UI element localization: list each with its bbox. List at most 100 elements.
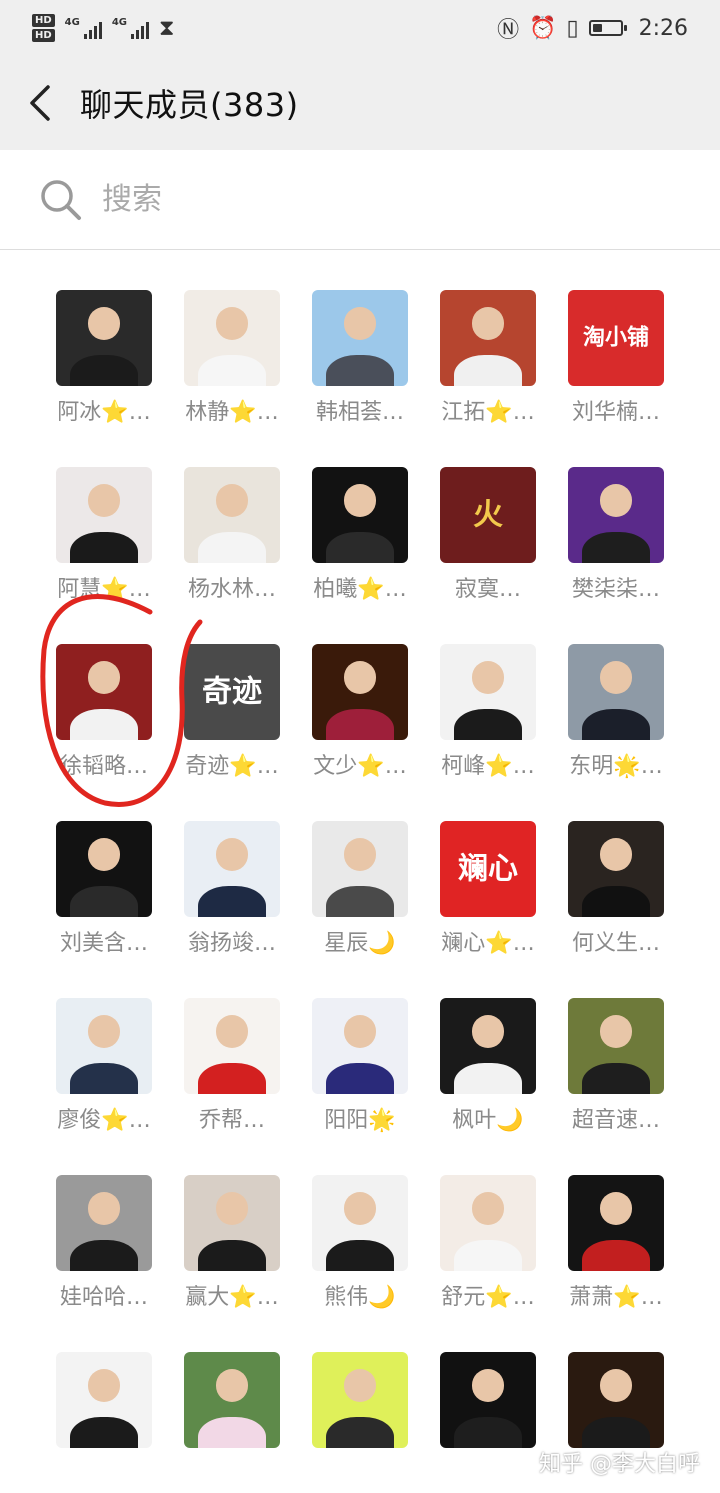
member-name: 杨水林…: [187, 577, 276, 602]
member-item[interactable]: 舒元⭐…: [424, 1135, 552, 1310]
member-grid: 阿冰⭐… 林静⭐… 韩相荟… 江拓⭐… 淘小铺 刘华楠… 阿慧⭐… 杨水林… 柏曦⭐… 火寂寞… 樊…: [0, 250, 720, 1493]
signal-icon-2: 4G: [112, 17, 150, 39]
back-button[interactable]: [0, 56, 80, 150]
member-item[interactable]: 廖俊⭐…: [40, 958, 168, 1133]
chevron-left-icon: [30, 85, 50, 121]
member-item[interactable]: 枫叶🌙: [424, 958, 552, 1133]
avatar: [56, 644, 152, 740]
member-item[interactable]: 林静⭐…: [168, 250, 296, 425]
avatar-text: 奇迹: [202, 674, 262, 710]
avatar: [184, 1175, 280, 1271]
member-item[interactable]: 奇迹奇迹⭐…: [168, 604, 296, 779]
member-item[interactable]: 刘美含…: [40, 781, 168, 956]
avatar: [184, 1352, 280, 1448]
avatar: [440, 1175, 536, 1271]
avatar: [56, 821, 152, 917]
member-name: 刘美含…: [59, 931, 148, 956]
battery-icon: [588, 20, 627, 36]
member-item[interactable]: 韩相荟…: [296, 250, 424, 425]
member-item[interactable]: 阿冰⭐…: [40, 250, 168, 425]
member-name: 柯峰⭐…: [441, 754, 535, 779]
avatar: [56, 467, 152, 563]
avatar: [312, 821, 408, 917]
member-name: 阿冰⭐…: [57, 400, 151, 425]
avatar-text: 斓心: [458, 851, 518, 887]
member-item[interactable]: 柯峰⭐…: [424, 604, 552, 779]
member-item[interactable]: 翁扬竣…: [168, 781, 296, 956]
member-item[interactable]: 阿慧⭐…: [40, 427, 168, 602]
member-item[interactable]: 江拓⭐…: [424, 250, 552, 425]
member-name: 东明🌟…: [569, 754, 663, 779]
app-header: 聊天成员(383): [0, 56, 720, 150]
member-item[interactable]: 赢大⭐…: [168, 1135, 296, 1310]
avatar: [568, 1175, 664, 1271]
avatar: [56, 1352, 152, 1448]
nfc-icon: Ⓝ: [497, 18, 520, 43]
status-right: Ⓝ ⏰ ▯ 2:26: [497, 12, 688, 44]
page-title: 聊天成员(383): [80, 86, 299, 124]
avatar: 淘小铺: [568, 290, 664, 386]
avatar: [312, 998, 408, 1094]
member-name: 廖俊⭐…: [57, 1108, 151, 1133]
member-name: 超音速…: [571, 1108, 660, 1133]
member-item[interactable]: [296, 1312, 424, 1472]
member-item[interactable]: 斓心斓心⭐…: [424, 781, 552, 956]
member-name: 柏曦⭐…: [313, 577, 407, 602]
member-item[interactable]: 樊柒柒…: [552, 427, 680, 602]
member-name: 何义生…: [571, 931, 660, 956]
member-item[interactable]: 超音速…: [552, 958, 680, 1133]
member-item[interactable]: 东明🌟…: [552, 604, 680, 779]
member-name: 翁扬竣…: [187, 931, 276, 956]
watermark: 知乎 @李大白呼: [539, 1452, 700, 1477]
avatar: [568, 467, 664, 563]
member-item[interactable]: 火寂寞…: [424, 427, 552, 602]
search-input[interactable]: [100, 181, 664, 218]
member-item[interactable]: 淘小铺 刘华楠…: [552, 250, 680, 425]
vibrate-icon: ▯: [566, 15, 579, 41]
hourglass-icon: ⧗: [159, 15, 175, 41]
member-name: 韩相荟…: [315, 400, 404, 425]
avatar-text: 火: [473, 497, 503, 533]
member-name: 赢大⭐…: [185, 1285, 279, 1310]
member-item[interactable]: 柏曦⭐…: [296, 427, 424, 602]
member-item[interactable]: [168, 1312, 296, 1472]
avatar-text: 淘小铺: [582, 325, 649, 351]
member-item[interactable]: [40, 1312, 168, 1472]
member-item[interactable]: 文少⭐…: [296, 604, 424, 779]
member-name: 徐韬略…: [59, 754, 148, 779]
avatar: [56, 998, 152, 1094]
member-item[interactable]: 星辰🌙: [296, 781, 424, 956]
avatar: [56, 1175, 152, 1271]
signal-icon: 4G: [65, 17, 102, 39]
member-item[interactable]: 娃哈哈…: [40, 1135, 168, 1310]
search-bar[interactable]: [0, 150, 720, 250]
member-name: 阿慧⭐…: [57, 577, 151, 602]
hd-badges: HD HD: [32, 14, 55, 42]
member-name: 文少⭐…: [313, 754, 407, 779]
avatar: [440, 998, 536, 1094]
avatar: [312, 290, 408, 386]
member-name: 乔帮…: [198, 1108, 265, 1133]
alarm-icon: ⏰: [529, 15, 557, 41]
avatar: [568, 644, 664, 740]
avatar: [440, 290, 536, 386]
member-name: 萧萧⭐…: [569, 1285, 663, 1310]
member-item[interactable]: 杨水林…: [168, 427, 296, 602]
member-name: 林静⭐…: [185, 400, 279, 425]
member-name: 寂寞…: [454, 577, 521, 602]
status-bar: HD HD 4G 4G ⧗ Ⓝ ⏰ ▯ 2:26: [0, 0, 720, 56]
member-item[interactable]: 萧萧⭐…: [552, 1135, 680, 1310]
member-name: 阳阳🌟: [324, 1108, 396, 1133]
member-item[interactable]: [424, 1312, 552, 1472]
member-name: 斓心⭐…: [441, 931, 535, 956]
member-item[interactable]: 熊伟🌙: [296, 1135, 424, 1310]
member-name: 奇迹⭐…: [185, 754, 279, 779]
avatar: [568, 998, 664, 1094]
member-item[interactable]: 何义生…: [552, 781, 680, 956]
member-item[interactable]: 乔帮…: [168, 958, 296, 1133]
member-item[interactable]: 徐韬略…: [40, 604, 168, 779]
member-item[interactable]: 阳阳🌟: [296, 958, 424, 1133]
avatar: [312, 1175, 408, 1271]
avatar: [184, 821, 280, 917]
member-name: 江拓⭐…: [441, 400, 535, 425]
